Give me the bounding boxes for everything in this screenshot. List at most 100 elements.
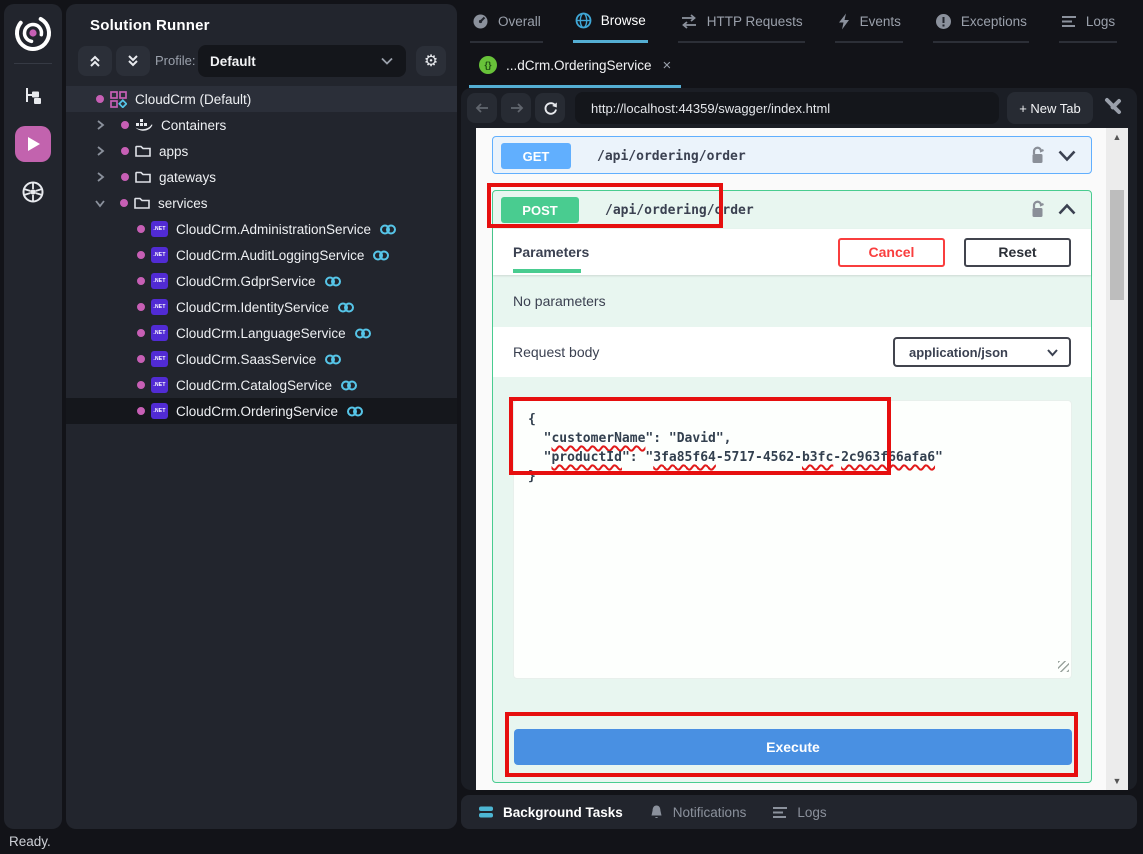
chevron-right-icon[interactable] [95, 145, 105, 157]
tab-browse[interactable]: Browse [573, 6, 648, 43]
browser-panel: http://localhost:44359/swagger/index.htm… [461, 88, 1137, 790]
tab-overall[interactable]: Overall [470, 6, 543, 43]
opblock-get-header[interactable]: GET /api/ordering/order [493, 137, 1091, 175]
json-line: } [528, 467, 1057, 486]
tree-node-containers[interactable]: Containers [66, 112, 457, 138]
back-button[interactable] [467, 93, 497, 123]
chevron-down-icon[interactable] [94, 198, 106, 208]
opblock-post-header[interactable]: POST /api/ordering/order [493, 191, 1091, 229]
chevron-down-icon[interactable] [1057, 149, 1077, 162]
browser-tools-button[interactable] [1103, 97, 1122, 116]
reset-button[interactable]: Reset [964, 238, 1071, 267]
tab-label: HTTP Requests [707, 14, 803, 29]
tree-node-service-selected[interactable]: .NET CloudCrm.OrderingService [66, 398, 457, 424]
tree-node-gateways[interactable]: gateways [66, 164, 457, 190]
unlock-icon[interactable] [1030, 200, 1045, 219]
tree-node-service[interactable]: .NET CloudCrm.SaasService [66, 346, 457, 372]
dotnet-badge-icon: .NET [151, 299, 168, 315]
tab-logs[interactable]: Logs [1059, 6, 1117, 43]
execute-label: Execute [766, 739, 820, 755]
link-icon [354, 327, 372, 340]
tree-node-service[interactable]: .NET CloudCrm.LanguageService [66, 320, 457, 346]
content-type-select[interactable]: application/json [893, 337, 1071, 367]
tree-node-label: CloudCrm.SaasService [176, 352, 316, 367]
dotnet-badge-icon: .NET [151, 351, 168, 367]
solution-tree-button[interactable] [15, 78, 51, 114]
spellcheck-squiggle: b3fc [802, 450, 833, 465]
swagger-page: GET /api/ordering/order POST /api/orderi… [476, 128, 1128, 790]
tab-http-requests[interactable]: HTTP Requests [678, 6, 805, 43]
tree-node-apps[interactable]: apps [66, 138, 457, 164]
new-tab-button[interactable]: + New Tab [1007, 92, 1093, 124]
chevron-up-icon[interactable] [1057, 203, 1077, 216]
url-text: http://localhost:44359/swagger/index.htm… [591, 101, 830, 116]
gauge-icon [472, 13, 489, 30]
bottom-tab-logs[interactable]: Logs [772, 805, 826, 820]
parameters-active-underline [513, 269, 581, 273]
expand-all-button[interactable] [116, 46, 150, 76]
browser-tab[interactable]: {} ...dCrm.OrderingService × [469, 50, 681, 88]
chevron-right-icon[interactable] [95, 119, 105, 131]
tab-events[interactable]: Events [835, 6, 903, 43]
chevron-right-icon[interactable] [95, 171, 105, 183]
collapse-all-button[interactable] [78, 46, 112, 76]
profile-settings-button[interactable]: ⚙ [416, 46, 446, 76]
dotnet-badge-icon: .NET [151, 377, 168, 393]
cancel-label: Cancel [869, 244, 915, 260]
tree-node-label: services [158, 196, 208, 211]
close-tab-icon[interactable]: × [663, 57, 672, 74]
tree-node-service[interactable]: .NET CloudCrm.IdentityService [66, 294, 457, 320]
status-donut-icon [137, 407, 145, 415]
run-button[interactable] [15, 126, 51, 162]
arrow-right-icon [509, 102, 524, 114]
post-method-badge: POST [501, 197, 579, 223]
status-donut-icon [137, 303, 145, 311]
globe-icon [575, 12, 592, 29]
textarea-resize-handle[interactable] [1058, 661, 1069, 672]
tree-node-service[interactable]: .NET CloudCrm.GdprService [66, 268, 457, 294]
scroll-up-icon[interactable]: ▲ [1106, 132, 1128, 142]
tree-node-services[interactable]: services [66, 190, 457, 216]
opblock-get[interactable]: GET /api/ordering/order [492, 136, 1092, 174]
app-window: Solution Runner Profile: Default [0, 0, 1143, 854]
tree-node-service[interactable]: .NET CloudCrm.AdministrationService [66, 216, 457, 242]
link-icon [372, 249, 390, 262]
tree-node-root[interactable]: CloudCrm (Default) [66, 86, 457, 112]
execute-button[interactable]: Execute [514, 729, 1072, 765]
bottom-tab-background-tasks[interactable]: Background Tasks [478, 804, 623, 820]
tree-node-service[interactable]: .NET CloudCrm.AuditLoggingService [66, 242, 457, 268]
bottom-tab-notifications[interactable]: Notifications [649, 804, 747, 820]
scrollbar-thumb[interactable] [1110, 190, 1124, 300]
request-body-editor[interactable]: { "customerName": "David", "productId": … [513, 400, 1072, 679]
json-line: "customerName": "David", [528, 429, 1057, 448]
no-parameters-text: No parameters [493, 275, 1091, 327]
reset-label: Reset [998, 244, 1036, 260]
scroll-down-icon[interactable]: ▼ [1106, 776, 1128, 786]
tree-node-label: CloudCrm.GdprService [176, 274, 316, 289]
lines-icon [772, 806, 788, 819]
tab-exceptions[interactable]: Exceptions [933, 6, 1029, 43]
profile-select[interactable]: Default [198, 45, 406, 77]
parameters-section-header: Parameters Cancel Reset [493, 229, 1091, 275]
gear-icon: ⚙ [424, 51, 438, 71]
json-line: { [528, 410, 1057, 429]
tree-node-label: CloudCrm.CatalogService [176, 378, 332, 393]
cancel-button[interactable]: Cancel [838, 238, 945, 267]
page-scrollbar[interactable]: ▲ ▼ [1106, 128, 1128, 790]
reload-button[interactable] [535, 93, 565, 123]
tab-label: Overall [498, 14, 541, 29]
url-bar[interactable]: http://localhost:44359/swagger/index.htm… [575, 92, 999, 124]
forward-button[interactable] [501, 93, 531, 123]
status-donut-icon [120, 199, 128, 207]
unlock-icon[interactable] [1030, 146, 1045, 165]
tab-label: Exceptions [961, 14, 1027, 29]
folder-icon [134, 196, 150, 210]
solution-grid-icon [110, 91, 127, 108]
status-donut-icon [137, 277, 145, 285]
tree-node-service[interactable]: .NET CloudCrm.CatalogService [66, 372, 457, 398]
tab-label: Browse [601, 13, 646, 28]
double-chevron-up-icon [88, 54, 102, 68]
bottom-tab-label: Logs [797, 805, 826, 820]
kubernetes-button[interactable] [15, 174, 51, 210]
status-donut-icon [137, 225, 145, 233]
